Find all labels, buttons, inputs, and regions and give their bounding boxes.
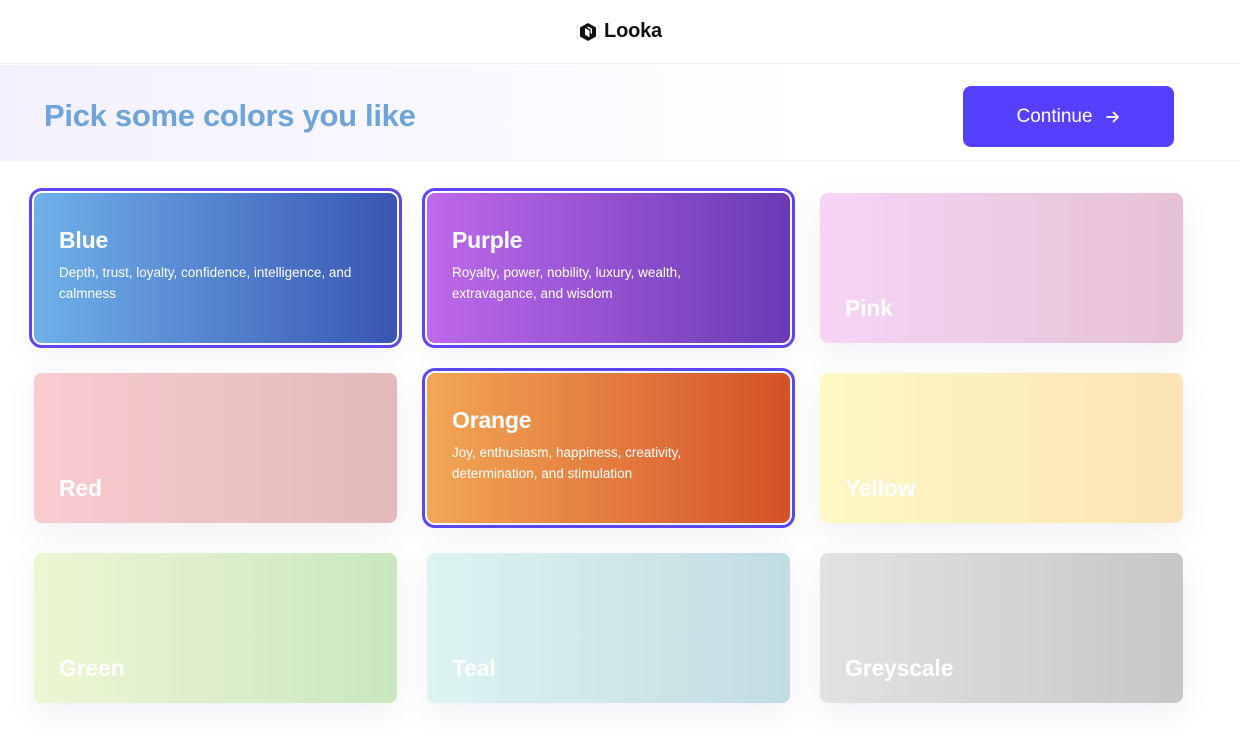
- color-card-name: Red: [59, 475, 102, 501]
- color-card-teal[interactable]: Teal: [427, 553, 790, 703]
- color-card-name: Green: [59, 655, 125, 681]
- arrow-right-icon: [1105, 111, 1119, 122]
- card-background: Pink: [820, 193, 1183, 343]
- page-title: Pick some colors you like: [44, 98, 416, 133]
- color-card-name: Pink: [845, 295, 893, 321]
- color-card-description: Joy, enthusiasm, happiness, creativity, …: [452, 444, 682, 481]
- color-card-purple[interactable]: Purple Royalty, power, nobility, luxury, …: [422, 188, 795, 348]
- color-card-name: Purple: [452, 226, 523, 253]
- color-card-yellow[interactable]: Yellow: [820, 373, 1183, 523]
- color-card-name: Blue: [59, 226, 109, 253]
- brand-name: Looka: [604, 20, 662, 42]
- card-background: Orange Joy, enthusiasm, happiness, creati…: [427, 373, 790, 523]
- top-bar: Looka: [0, 0, 1240, 64]
- card-background: Greyscale: [820, 553, 1183, 703]
- color-card-green[interactable]: Green: [34, 553, 397, 703]
- color-card-red[interactable]: Red: [34, 373, 397, 523]
- looka-logo-icon: [580, 22, 597, 41]
- continue-button-label: Continue: [1016, 105, 1093, 127]
- card-background: Red: [34, 373, 397, 523]
- color-card-greyscale[interactable]: Greyscale: [820, 553, 1183, 703]
- color-card-name: Yellow: [845, 475, 916, 501]
- color-card-name: Greyscale: [845, 655, 954, 681]
- page-header: Pick some colors you like Continue: [0, 65, 1240, 161]
- color-card-orange[interactable]: Orange Joy, enthusiasm, happiness, creati…: [422, 368, 795, 528]
- color-card-pink[interactable]: Pink: [820, 193, 1183, 343]
- color-card-name: Orange: [452, 406, 532, 433]
- color-card-blue[interactable]: Blue Depth, trust, loyalty, confidence, i…: [29, 188, 402, 348]
- brand-logo[interactable]: Looka: [578, 20, 662, 43]
- color-card-name: Teal: [452, 655, 496, 681]
- card-background: Green: [34, 553, 397, 703]
- card-background: Blue Depth, trust, loyalty, confidence, i…: [34, 193, 397, 343]
- card-background: Purple Royalty, power, nobility, luxury, …: [427, 193, 790, 343]
- color-grid: Blue Depth, trust, loyalty, confidence, i…: [29, 188, 1183, 703]
- color-card-description: Royalty, power, nobility, luxury, wealth…: [452, 264, 681, 301]
- color-card-description: Depth, trust, loyalty, confidence, intel…: [59, 264, 352, 301]
- card-background: Yellow: [820, 373, 1183, 523]
- continue-button[interactable]: Continue: [963, 86, 1174, 147]
- card-background: Teal: [427, 553, 790, 703]
